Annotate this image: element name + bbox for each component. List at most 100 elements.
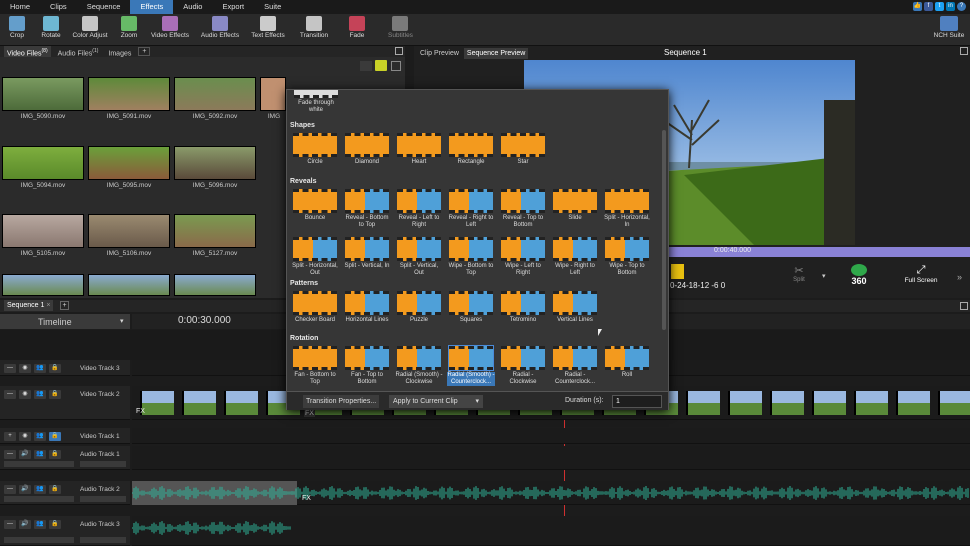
duration-input[interactable] [612, 395, 662, 408]
lock-icon[interactable]: 🔒 [49, 485, 61, 494]
lock-icon[interactable]: 🔒 [49, 364, 61, 373]
transition-wipe-right-to-left[interactable]: Wipe - Right to Left [551, 237, 599, 277]
eye-icon[interactable]: ◉ [19, 390, 31, 399]
pan-slider[interactable] [80, 537, 126, 543]
collapse-icon[interactable]: — [4, 520, 16, 529]
transition-squares[interactable]: Squares [447, 291, 495, 324]
audio-effects-button[interactable]: Audio Effects [200, 14, 240, 46]
media-thumbnail[interactable] [174, 77, 256, 111]
transition-wipe-bottom-to-top[interactable]: Wipe - Bottom to Top [447, 237, 495, 277]
menu-tab-export[interactable]: Export [212, 0, 254, 14]
collapse-icon[interactable]: — [4, 364, 16, 373]
transition-reveal-bottom-to-top[interactable]: Reveal - Bottom to Top [343, 189, 391, 229]
transition-rectangle[interactable]: Rectangle [447, 133, 495, 166]
menu-tab-sequence[interactable]: Sequence [77, 0, 131, 14]
transition-bounce[interactable]: Bounce [291, 189, 339, 222]
facebook-icon[interactable]: f [924, 2, 933, 11]
speaker-icon[interactable]: 🔊 [19, 520, 31, 529]
transition-roll[interactable]: Roll [603, 346, 651, 379]
transition-wipe-left-to-right[interactable]: Wipe - Left to Right [499, 237, 547, 277]
transition-radial-counterclock[interactable]: Radial - Counterclock... [551, 346, 599, 386]
timeline-dropdown[interactable]: Timeline ▾ [0, 314, 130, 329]
track-lane[interactable] [132, 446, 970, 470]
lock-icon[interactable]: 🔒 [49, 520, 61, 529]
media-thumbnail[interactable] [2, 146, 84, 180]
fx-icon[interactable]: FX [304, 410, 315, 417]
transition-fade-through-white[interactable]: Fade through white [292, 90, 340, 114]
split-dropdown-icon[interactable]: ▾ [822, 272, 826, 280]
group-icon[interactable]: 👥 [34, 450, 46, 459]
lock-icon[interactable]: 🔒 [49, 432, 61, 441]
group-icon[interactable]: 👥 [34, 485, 46, 494]
media-thumbnail[interactable] [88, 77, 170, 111]
fx-icon[interactable]: FX [302, 495, 311, 502]
menu-tab-home[interactable]: Home [0, 0, 40, 14]
group-icon[interactable]: 👥 [34, 364, 46, 373]
undock-media-icon[interactable] [395, 47, 403, 55]
crop-button[interactable]: Crop [4, 14, 30, 46]
media-thumbnail[interactable] [174, 146, 256, 180]
transition-reveal-top-to-bottom[interactable]: Reveal - Top to Bottom [499, 189, 547, 229]
like-icon[interactable]: 👍 [913, 2, 922, 11]
fullscreen-button[interactable]: ⤢Full Screen [896, 264, 946, 284]
add-sequence-icon[interactable]: + [60, 301, 69, 310]
transition-split-vertical-in[interactable]: Split - Vertical, In [343, 237, 391, 270]
transition-fan-top-to-bottom[interactable]: Fan - Top to Bottom [343, 346, 391, 386]
menu-tab-clips[interactable]: Clips [40, 0, 77, 14]
transition-fan-bottom-to-top[interactable]: Fan - Bottom to Top [291, 346, 339, 386]
transition-slide[interactable]: Slide [551, 189, 599, 222]
eye-icon[interactable]: ◉ [19, 364, 31, 373]
transition-heart[interactable]: Heart [395, 133, 443, 166]
menu-tab-suite[interactable]: Suite [254, 0, 291, 14]
apply-dropdown[interactable]: Apply to Current Clip▾ [389, 395, 483, 408]
fade-button[interactable]: Fade [345, 14, 369, 46]
media-thumbnail[interactable] [88, 214, 170, 248]
more-icon[interactable]: » [957, 272, 962, 282]
pan-slider[interactable] [80, 496, 126, 502]
tab-clip-preview[interactable]: Clip Preview [417, 48, 462, 59]
transition-reveal-left-to-right[interactable]: Reveal - Left to Right [395, 189, 443, 229]
group-icon[interactable]: 👥 [34, 432, 46, 441]
transition-radial-smooth-counterclock[interactable]: Radial (Smooth) - Counterclock... [447, 346, 495, 386]
subtitles-button[interactable]: Subtitles [388, 14, 412, 46]
transition-horizontal-lines[interactable]: Horizontal Lines [343, 291, 391, 324]
transition-circle[interactable]: Circle [291, 133, 339, 166]
tab-video-files[interactable]: Video Files(8) [4, 46, 51, 57]
media-thumbnail[interactable] [260, 77, 286, 111]
split-button[interactable]: ✂Split [784, 264, 814, 283]
grid-view-icon[interactable] [391, 61, 401, 71]
zoom-button[interactable]: Zoom [118, 14, 140, 46]
delete-icon[interactable] [360, 61, 372, 71]
media-thumbnail[interactable] [2, 274, 84, 296]
video-effects-button[interactable]: Video Effects [150, 14, 190, 46]
tab-audio-files[interactable]: Audio Files(1) [55, 46, 102, 57]
transition-reveal-right-to-left[interactable]: Reveal - Right to Left [447, 189, 495, 229]
transition-split-horizontal-out[interactable]: Split - Horizontal, Out [291, 237, 339, 277]
transition-button[interactable]: Transition [298, 14, 330, 46]
transition-properties-button[interactable]: Transition Properties... [303, 395, 379, 408]
group-icon[interactable]: 👥 [34, 390, 46, 399]
media-thumbnail[interactable] [2, 77, 84, 111]
transition-puzzle[interactable]: Puzzle [395, 291, 443, 324]
undock-timeline-icon[interactable] [960, 302, 968, 310]
media-thumbnail[interactable] [88, 146, 170, 180]
track-lane[interactable] [132, 516, 970, 546]
linkedin-icon[interactable]: in [946, 2, 955, 11]
eye-icon[interactable]: ◉ [19, 432, 31, 441]
track-lane[interactable] [132, 428, 970, 444]
lock-icon[interactable]: 🔒 [49, 390, 61, 399]
volume-slider[interactable] [4, 537, 74, 543]
add-folder-icon[interactable] [375, 60, 387, 71]
volume-slider[interactable] [4, 461, 74, 467]
menu-tab-effects[interactable]: Effects [130, 0, 173, 14]
transition-wipe-top-to-bottom[interactable]: Wipe - Top to Bottom [603, 237, 651, 277]
collapse-icon[interactable]: — [4, 390, 16, 399]
speaker-icon[interactable]: 🔊 [19, 450, 31, 459]
menu-tab-audio[interactable]: Audio [173, 0, 212, 14]
media-thumbnail[interactable] [174, 214, 256, 248]
color-adjust-button[interactable]: Color Adjust [72, 14, 108, 46]
fx-icon[interactable]: FX [136, 408, 145, 415]
media-thumbnail[interactable] [174, 274, 256, 296]
transition-split-vertical-out[interactable]: Split - Vertical, Out [395, 237, 443, 277]
nch-suite-button[interactable]: NCH Suite [932, 14, 966, 46]
